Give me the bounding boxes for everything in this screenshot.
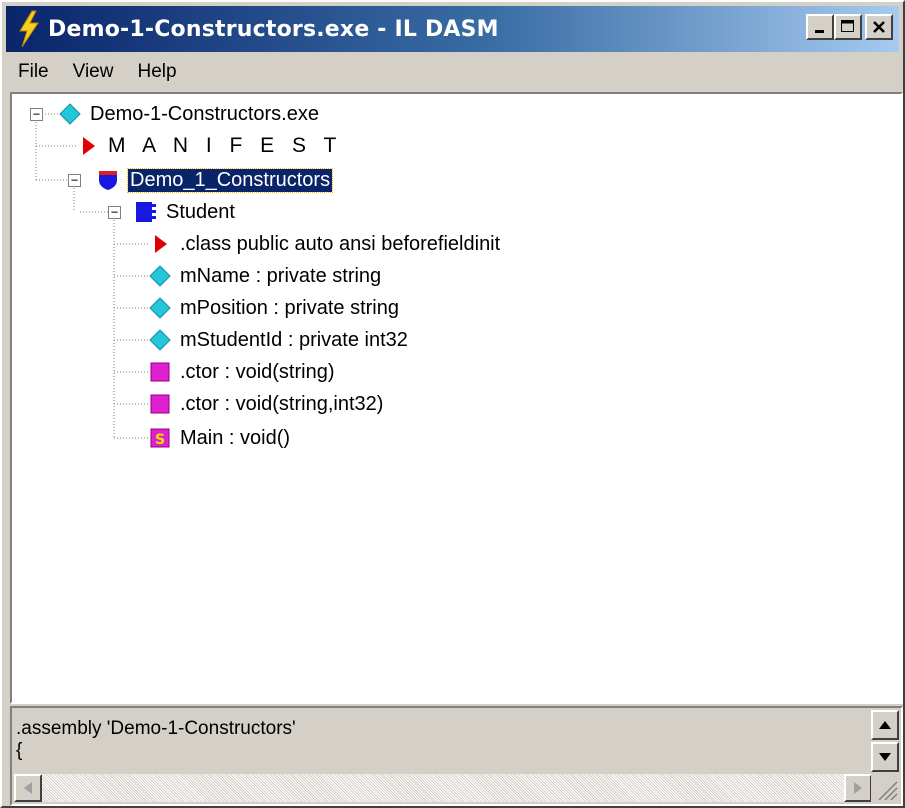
tree-node-member[interactable]: S Main : void() <box>148 424 290 452</box>
menu-view[interactable]: View <box>61 61 126 83</box>
svg-text:S: S <box>155 432 165 448</box>
namespace-label: Demo_1_Constructors <box>126 167 334 193</box>
horizontal-scrollbar[interactable] <box>14 774 872 802</box>
maximize-button[interactable] <box>834 14 862 40</box>
window-controls <box>806 14 893 40</box>
tree-node-class-student[interactable]: Student <box>134 198 235 226</box>
member-label: Main : void() <box>180 426 291 449</box>
tree-node-member[interactable]: .ctor : void(string,int32) <box>148 390 383 418</box>
title-bar[interactable]: Demo-1-Constructors.exe - IL DASM <box>6 6 899 52</box>
scroll-left-button[interactable] <box>14 774 42 802</box>
tree-node-member[interactable]: mPosition : private string <box>148 294 399 322</box>
arrow-up-icon <box>879 721 891 729</box>
tree-node-namespace[interactable]: Demo_1_Constructors <box>96 166 334 194</box>
scroll-down-button[interactable] <box>871 742 899 772</box>
ildasm-window: Demo-1-Constructors.exe - IL DASM File V… <box>0 0 905 808</box>
tree-node-assembly[interactable]: Demo-1-Constructors.exe <box>58 100 319 128</box>
tree-node-member[interactable]: .ctor : void(string) <box>148 358 334 386</box>
cyan-diamond-icon <box>149 329 171 351</box>
red-triangle-icon <box>83 137 95 155</box>
menu-help[interactable]: Help <box>125 61 188 83</box>
member-label: .ctor : void(string,int32) <box>180 392 384 415</box>
detail-line: .assembly 'Demo-1-Constructors' <box>16 718 296 739</box>
member-label: .class public auto ansi beforefieldinit <box>180 232 501 255</box>
cyan-diamond-icon <box>149 297 171 319</box>
arrow-left-icon <box>24 782 32 794</box>
il-detail-text[interactable]: .assembly 'Demo-1-Constructors' { <box>16 718 296 762</box>
assembly-tree-view[interactable]: − − − Demo-1-Constructors.exe M A N I F … <box>10 92 903 704</box>
minimize-icon <box>815 30 824 33</box>
member-label: mPosition : private string <box>180 296 399 319</box>
manifest-label: M A N I F E S T <box>108 134 343 157</box>
close-button[interactable] <box>865 14 893 40</box>
red-triangle-icon <box>155 235 167 253</box>
namespace-shield-icon <box>99 171 117 190</box>
tree-node-member[interactable]: mName : private string <box>148 262 381 290</box>
collapse-namespace-toggle[interactable]: − <box>68 174 81 187</box>
arrow-right-icon <box>854 782 862 794</box>
maximize-icon <box>841 20 854 32</box>
tree-node-manifest[interactable]: M A N I F E S T <box>76 132 342 160</box>
magenta-square-icon <box>150 394 170 414</box>
vertical-scrollbar[interactable] <box>871 710 899 774</box>
collapse-root-toggle[interactable]: − <box>30 108 43 121</box>
minimize-button[interactable] <box>806 14 834 40</box>
resize-grip-icon <box>878 781 898 801</box>
detail-line: { <box>16 740 23 761</box>
scroll-up-button[interactable] <box>871 710 899 740</box>
member-label: .ctor : void(string) <box>180 360 335 383</box>
window-title: Demo-1-Constructors.exe - IL DASM <box>48 16 499 42</box>
menu-file[interactable]: File <box>6 61 61 83</box>
close-icon <box>873 21 885 33</box>
collapse-class-toggle[interactable]: − <box>108 206 121 219</box>
member-label: mName : private string <box>180 264 382 287</box>
static-method-icon: S <box>150 428 170 448</box>
arrow-down-icon <box>879 753 891 761</box>
cyan-diamond-icon <box>149 265 171 287</box>
class-label: Student <box>166 200 235 223</box>
resize-grip[interactable] <box>871 774 899 802</box>
lightning-app-icon <box>19 10 39 48</box>
il-detail-pane[interactable]: .assembly 'Demo-1-Constructors' { <box>10 706 903 806</box>
menu-bar: File View Help <box>6 54 899 90</box>
class-icon <box>136 202 156 222</box>
member-label: mStudentId : private int32 <box>180 328 408 351</box>
magenta-square-icon <box>150 362 170 382</box>
tree-node-member[interactable]: mStudentId : private int32 <box>148 326 408 354</box>
assembly-label: Demo-1-Constructors.exe <box>90 102 319 125</box>
scroll-right-button[interactable] <box>844 774 872 802</box>
assembly-diamond-icon <box>59 103 81 125</box>
tree-node-member[interactable]: .class public auto ansi beforefieldinit <box>148 230 500 258</box>
